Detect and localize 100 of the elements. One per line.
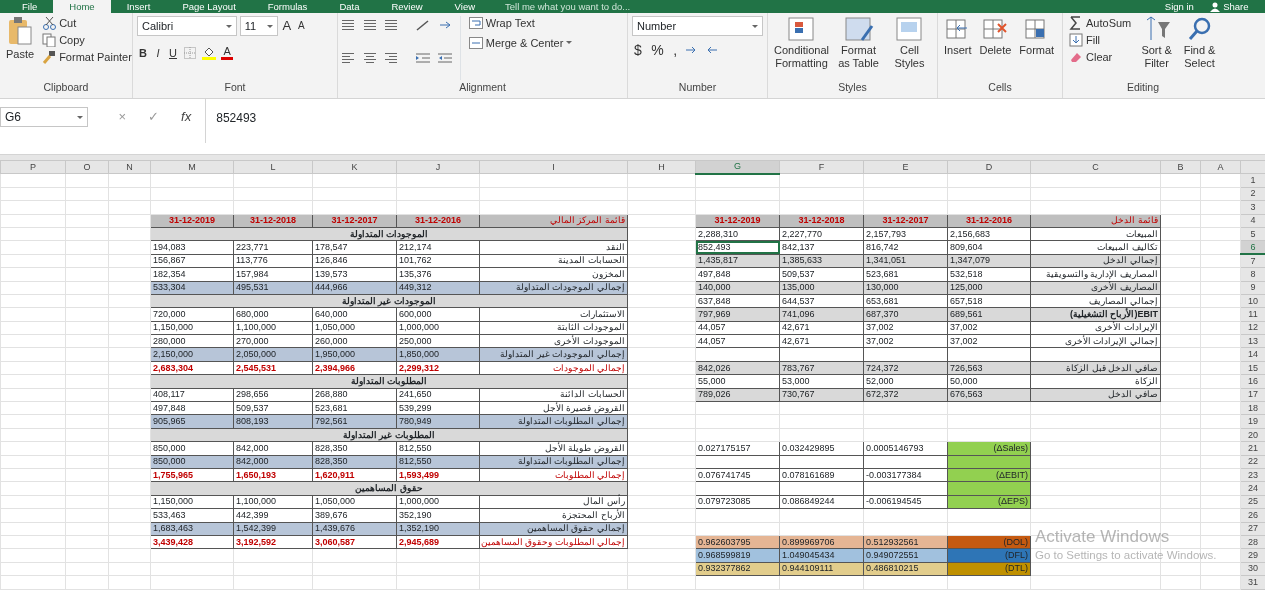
row-label-cell: الاستثمارات [479,307,628,322]
indent-icon[interactable] [416,52,430,65]
tell-me-field[interactable]: Tell me what you want to do... [505,0,631,13]
table-cell: 37,002 [863,334,948,348]
table-cell: 2,299,312 [396,361,480,375]
font-color-button[interactable]: A [221,45,233,60]
font-style-button[interactable]: U [167,45,179,60]
clipboard-button[interactable]: Copy [40,32,134,47]
font-size-field[interactable]: 11 [239,16,278,36]
ribbon-tab[interactable]: Formulas [251,0,324,13]
wrap-text-button[interactable]: Wrap Text [466,16,575,30]
column-header: I [479,160,628,174]
styles-button[interactable]: Cell Styles [886,16,933,81]
editing-button[interactable]: Clear [1067,49,1134,64]
table-cell: 42,671 [779,321,864,335]
table-cell: 442,399 [233,508,313,523]
styles-button[interactable]: Conditional Formatting [772,16,832,81]
font-name-field[interactable]: Calibri [137,16,237,36]
font-style-button[interactable]: B [137,45,149,60]
ribbon-tab[interactable]: File [6,0,54,13]
table-grid-icon [843,16,874,42]
column-header: M [150,160,234,174]
ribbon-tab[interactable]: Data [323,0,376,13]
align-icon[interactable] [363,18,376,32]
table-cell: 1,150,000 [150,495,234,509]
clipboard-button[interactable]: Format Painter [40,49,134,64]
table-cell: 657,518 [947,294,1031,308]
ribbon-tab[interactable]: Page Layout [166,0,252,13]
grow-font-button[interactable]: A [280,19,294,33]
group-label: Font [223,80,247,96]
paste-button[interactable]: Paste [4,16,37,81]
table-cell: 720,000 [150,307,234,322]
shrink-font-button[interactable]: A [295,19,307,33]
cells-button[interactable]: Delete [977,16,1014,81]
caret-icon [566,41,573,44]
merge-center-button[interactable]: Merge & Center [466,35,575,50]
table-cell: 533,463 [150,508,234,523]
table-cell: 3,439,428 [150,535,234,549]
sign-in-link[interactable]: Sign in [1164,0,1194,13]
row-label-cell: الزكاة [1030,374,1161,389]
table-cell: 3,060,587 [312,535,397,549]
align-icon[interactable] [385,18,397,32]
ribbon-tab[interactable]: Home [53,0,111,13]
table-cell: 182,354 [150,267,234,281]
align-icon[interactable] [342,18,354,32]
table-cell: 532,518 [947,267,1031,281]
ribbon-tab[interactable]: Review [375,0,439,13]
clipboard-button[interactable]: Cut [40,16,134,30]
number-format-button[interactable]: , [671,42,680,57]
group-label: Clipboard [42,80,90,96]
table-cell: 1,000,000 [396,321,480,335]
row-label-cell: القروض طويلة الأجل [479,441,628,456]
brush-icon [42,49,57,64]
share-button[interactable]: Share [1210,0,1249,13]
styles-button[interactable]: Format as Table [835,16,882,81]
column-header: P [0,160,66,174]
align-icon[interactable] [385,52,397,66]
ribbon-tab[interactable]: View [438,0,492,13]
table-cell: 0.032429895 [779,441,864,456]
table-cell: 241,650 [396,388,480,402]
group-label: Editing [1125,80,1161,96]
formula-field[interactable]: 852493 [205,99,1265,143]
row-label-cell: الحسابات الدائنة [479,388,628,402]
ribbon-tab[interactable]: Insert [110,0,167,13]
table-cell: 2,227,770 [779,227,864,241]
column-header: E [863,160,948,174]
sort-filter-button[interactable]: Sort & Filter [1137,16,1177,81]
table-cell: 212,174 [396,240,480,255]
table-cell: 2,157,793 [863,227,948,241]
insert-function-button[interactable]: fx [173,107,200,127]
column-header: B [1160,160,1201,174]
table-cell: 1,650,193 [233,468,313,482]
table-cell: 2,394,966 [312,361,397,375]
search-icon [1186,16,1213,42]
fill-bucket-icon[interactable] [201,45,216,60]
column-header: F [779,160,864,174]
table-cell: 497,848 [150,401,234,415]
editing-button[interactable]: AutoSum [1067,16,1134,30]
number-format-field[interactable]: Number [632,16,763,36]
number-format-button[interactable]: $ [632,42,644,57]
name-box[interactable]: G6 [0,107,88,127]
table-cell: 126,846 [312,254,397,268]
table-cell: 600,000 [396,307,480,322]
table-cell: 816,742 [863,240,948,255]
find-select-button[interactable]: Find & Select [1180,16,1219,81]
table-cell: 812,550 [396,441,480,456]
caret-icon [226,24,232,28]
row-label-cell: القروض قصيرة الأجل [479,401,628,415]
font-style-button[interactable]: I [154,45,162,60]
align-icon[interactable] [363,52,376,66]
clipboard-icon [8,16,33,46]
group-label: Styles [837,80,868,96]
row-label-cell: المصاريف الإدارية والتسويقية [1030,267,1161,281]
number-format-button[interactable]: % [649,42,666,57]
align-icon[interactable] [342,52,354,66]
cells-button[interactable]: Format [1017,16,1057,81]
table-cell: 2,288,310 [695,227,780,241]
editing-button[interactable]: Fill [1067,32,1134,47]
cells-button[interactable]: Insert [942,16,974,81]
outdent-icon[interactable] [437,52,452,65]
